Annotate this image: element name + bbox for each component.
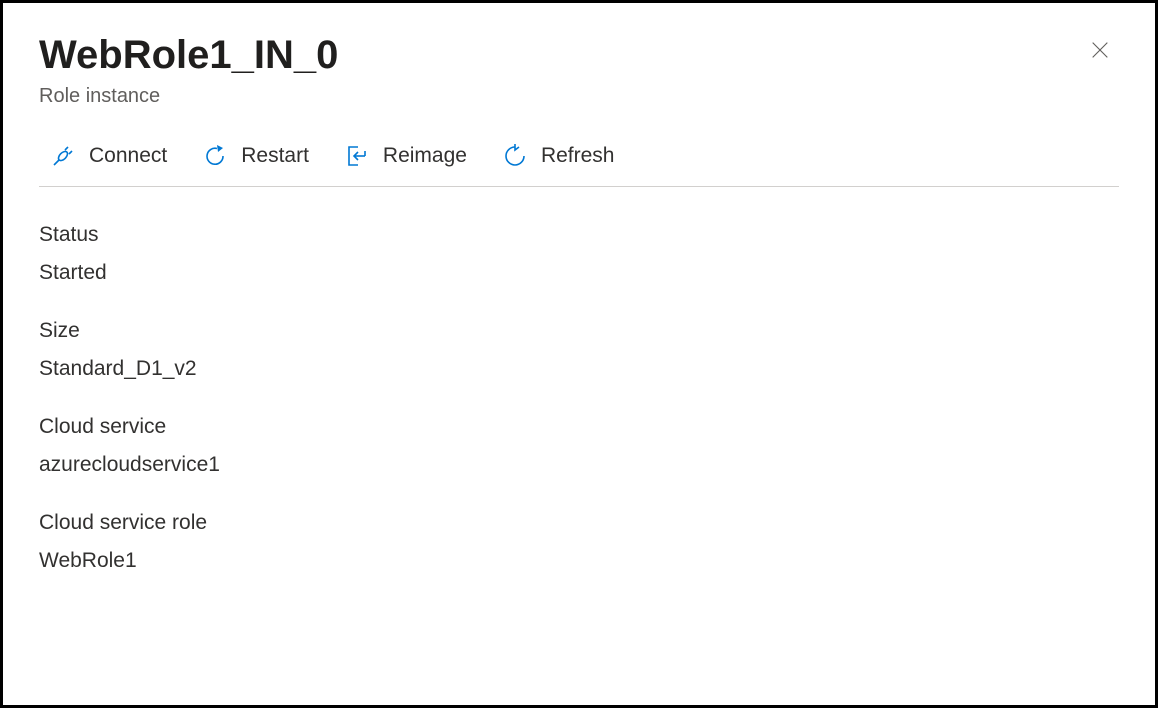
cloud-service-value: azurecloudservice1 xyxy=(39,453,1119,477)
refresh-icon xyxy=(503,144,527,168)
cloud-service-label: Cloud service xyxy=(39,415,1119,439)
reimage-button[interactable]: Reimage xyxy=(345,144,467,168)
size-value: Standard_D1_v2 xyxy=(39,357,1119,381)
reimage-label: Reimage xyxy=(383,144,467,168)
restart-label: Restart xyxy=(241,144,309,168)
refresh-button[interactable]: Refresh xyxy=(503,144,615,168)
role-instance-panel: WebRole1_IN_0 Role instance Co xyxy=(0,0,1158,708)
status-value: Started xyxy=(39,261,1119,285)
cloud-service-role-label: Cloud service role xyxy=(39,511,1119,535)
connect-icon xyxy=(51,144,75,168)
properties-list: Status Started Size Standard_D1_v2 Cloud… xyxy=(39,223,1119,573)
restart-button[interactable]: Restart xyxy=(203,144,309,168)
property-size: Size Standard_D1_v2 xyxy=(39,319,1119,381)
restart-icon xyxy=(203,144,227,168)
close-button[interactable] xyxy=(1081,31,1119,74)
size-label: Size xyxy=(39,319,1119,343)
status-label: Status xyxy=(39,223,1119,247)
property-cloud-service-role: Cloud service role WebRole1 xyxy=(39,511,1119,573)
connect-button[interactable]: Connect xyxy=(51,144,167,168)
close-icon xyxy=(1089,39,1111,66)
page-title: WebRole1_IN_0 xyxy=(39,31,338,79)
cloud-service-role-value: WebRole1 xyxy=(39,549,1119,573)
panel-header: WebRole1_IN_0 Role instance xyxy=(39,31,1119,108)
page-subtitle: Role instance xyxy=(39,85,338,108)
command-toolbar: Connect Restart Reimage xyxy=(39,144,1119,187)
property-status: Status Started xyxy=(39,223,1119,285)
reimage-icon xyxy=(345,144,369,168)
title-block: WebRole1_IN_0 Role instance xyxy=(39,31,338,108)
connect-label: Connect xyxy=(89,144,167,168)
property-cloud-service: Cloud service azurecloudservice1 xyxy=(39,415,1119,477)
refresh-label: Refresh xyxy=(541,144,615,168)
